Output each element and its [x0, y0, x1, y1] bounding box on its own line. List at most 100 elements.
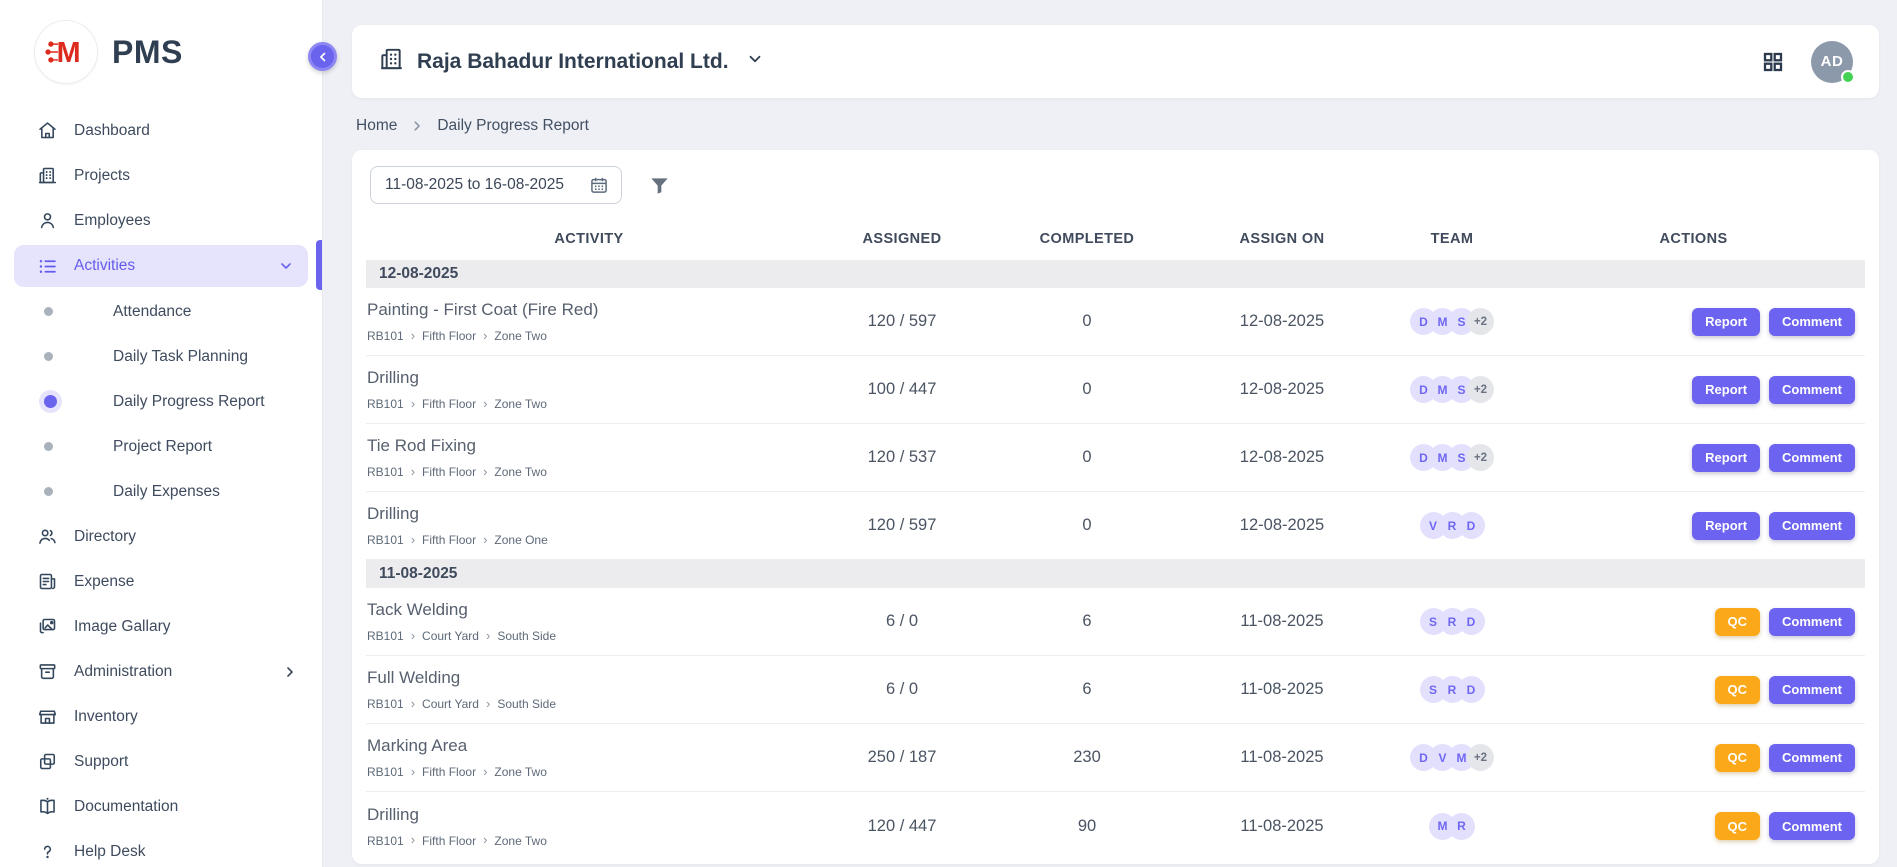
- store-icon: [36, 706, 58, 728]
- sidebar-item-directory[interactable]: Directory: [0, 514, 322, 559]
- path-chevron-icon: ›: [483, 765, 487, 778]
- report-button[interactable]: Report: [1692, 512, 1760, 540]
- breadcrumb-home[interactable]: Home: [356, 117, 397, 135]
- sidebar-item-label: Dashboard: [74, 122, 150, 140]
- assigned-value: 6 / 0: [812, 612, 992, 631]
- receipt-icon: [36, 571, 58, 593]
- assign-on-date: 12-08-2025: [1182, 448, 1382, 467]
- sidebar-item-image-gallary[interactable]: Image Gallary: [0, 604, 322, 649]
- qc-button[interactable]: QC: [1715, 676, 1761, 704]
- sidebar-item-support[interactable]: Support: [0, 739, 322, 784]
- activity-name: Tie Rod Fixing: [367, 436, 812, 456]
- team-extra-count[interactable]: +2: [1467, 376, 1494, 403]
- active-dot-icon: [44, 395, 57, 408]
- team-extra-count[interactable]: +2: [1467, 744, 1494, 771]
- company-selector[interactable]: Raja Bahadur International Ltd.: [378, 46, 764, 77]
- breadcrumb: Home Daily Progress Report: [352, 98, 1879, 150]
- activity-name: Marking Area: [367, 736, 812, 756]
- sidebar-subitem-label: Daily Progress Report: [113, 393, 265, 411]
- team-extra-count[interactable]: +2: [1467, 308, 1494, 335]
- path-chevron-icon: ›: [411, 329, 415, 342]
- path-segment: Court Yard: [422, 697, 479, 711]
- book-icon: [36, 796, 58, 818]
- col-actions: ACTIONS: [1522, 231, 1865, 247]
- team-avatars[interactable]: DMS+2: [1410, 376, 1494, 403]
- team-avatars[interactable]: SRD: [1420, 676, 1485, 703]
- col-team: TEAM: [1382, 231, 1522, 247]
- activity-location-path: RB101›Court Yard›South Side: [367, 697, 812, 711]
- sidebar-item-administration[interactable]: Administration: [0, 649, 322, 694]
- row-actions: QC Comment: [1522, 812, 1865, 840]
- path-chevron-icon: ›: [486, 697, 490, 710]
- team-avatars[interactable]: SRD: [1420, 608, 1485, 635]
- sidebar-subitem-daily-expenses[interactable]: Daily Expenses: [0, 469, 322, 514]
- sidebar-item-label: Projects: [74, 167, 130, 185]
- assign-on-date: 12-08-2025: [1182, 516, 1382, 535]
- sidebar-subitem-label: Project Report: [113, 438, 212, 456]
- comment-button[interactable]: Comment: [1769, 676, 1855, 704]
- team-avatars[interactable]: DMS+2: [1410, 444, 1494, 471]
- sidebar-item-activities[interactable]: Activities: [14, 245, 308, 287]
- activity-location-path: RB101›Fifth Floor›Zone Two: [367, 329, 812, 343]
- path-segment: Zone Two: [494, 834, 546, 848]
- path-segment: Zone Two: [494, 765, 546, 779]
- row-actions: QC Comment: [1522, 744, 1865, 772]
- comment-button[interactable]: Comment: [1769, 744, 1855, 772]
- table-header-row: ACTIVITY ASSIGNED COMPLETED ASSIGN ON TE…: [366, 218, 1865, 260]
- sidebar-subitem-attendance[interactable]: Attendance: [0, 289, 322, 334]
- comment-button[interactable]: Comment: [1769, 444, 1855, 472]
- sidebar-item-expense[interactable]: Expense: [0, 559, 322, 604]
- copy-icon: [36, 751, 58, 773]
- row-actions: Report Comment: [1522, 512, 1865, 540]
- sidebar-item-help-desk[interactable]: Help Desk: [0, 829, 322, 867]
- comment-button[interactable]: Comment: [1769, 376, 1855, 404]
- sidebar-subitem-project-report[interactable]: Project Report: [0, 424, 322, 469]
- assigned-value: 250 / 187: [812, 748, 992, 767]
- assign-on-date: 11-08-2025: [1182, 748, 1382, 767]
- report-button[interactable]: Report: [1692, 444, 1760, 472]
- active-section-indicator: [316, 240, 322, 290]
- comment-button[interactable]: Comment: [1769, 812, 1855, 840]
- path-segment: Fifth Floor: [422, 397, 476, 411]
- app-logo[interactable]: M PMS: [0, 0, 322, 98]
- qc-button[interactable]: QC: [1715, 608, 1761, 636]
- qc-button[interactable]: QC: [1715, 744, 1761, 772]
- comment-button[interactable]: Comment: [1769, 308, 1855, 336]
- sidebar-item-label: Directory: [74, 528, 136, 546]
- sidebar-subitem-daily-progress-report[interactable]: Daily Progress Report: [0, 379, 322, 424]
- online-status-dot: [1841, 70, 1855, 84]
- sidebar-subitem-daily-task-planning[interactable]: Daily Task Planning: [0, 334, 322, 379]
- completed-value: 0: [992, 380, 1182, 399]
- qc-button[interactable]: QC: [1715, 812, 1761, 840]
- assign-on-date: 12-08-2025: [1182, 380, 1382, 399]
- assign-on-date: 11-08-2025: [1182, 817, 1382, 836]
- row-actions: Report Comment: [1522, 444, 1865, 472]
- activity-name: Tack Welding: [367, 600, 812, 620]
- filter-funnel-icon[interactable]: [648, 174, 671, 197]
- sidebar-item-projects[interactable]: Projects: [0, 153, 322, 198]
- report-button[interactable]: Report: [1692, 376, 1760, 404]
- report-button[interactable]: Report: [1692, 308, 1760, 336]
- team-extra-count[interactable]: +2: [1467, 444, 1494, 471]
- sidebar-item-inventory[interactable]: Inventory: [0, 694, 322, 739]
- sidebar-subitem-label: Daily Task Planning: [113, 348, 248, 366]
- team-avatars[interactable]: DMS+2: [1410, 308, 1494, 335]
- sidebar-item-label: Administration: [74, 663, 172, 681]
- sidebar-collapse-button[interactable]: [308, 42, 337, 71]
- apps-grid-icon[interactable]: [1761, 50, 1785, 74]
- user-avatar[interactable]: AD: [1811, 41, 1853, 83]
- comment-button[interactable]: Comment: [1769, 608, 1855, 636]
- team-avatars[interactable]: DVM+2: [1410, 744, 1494, 771]
- activity-location-path: RB101›Fifth Floor›Zone Two: [367, 765, 812, 779]
- path-segment: Court Yard: [422, 629, 479, 643]
- sidebar-item-documentation[interactable]: Documentation: [0, 784, 322, 829]
- date-range-input[interactable]: 11-08-2025 to 16-08-2025: [370, 166, 622, 204]
- sidebar-item-dashboard[interactable]: Dashboard: [0, 108, 322, 153]
- main-area: Raja Bahadur International Ltd. AD Home …: [323, 0, 1897, 867]
- activity-name: Drilling: [367, 368, 812, 388]
- breadcrumb-current: Daily Progress Report: [437, 117, 589, 135]
- sidebar-item-employees[interactable]: Employees: [0, 198, 322, 243]
- team-avatars[interactable]: VRD: [1420, 512, 1485, 539]
- team-avatars[interactable]: MR: [1429, 813, 1475, 840]
- comment-button[interactable]: Comment: [1769, 512, 1855, 540]
